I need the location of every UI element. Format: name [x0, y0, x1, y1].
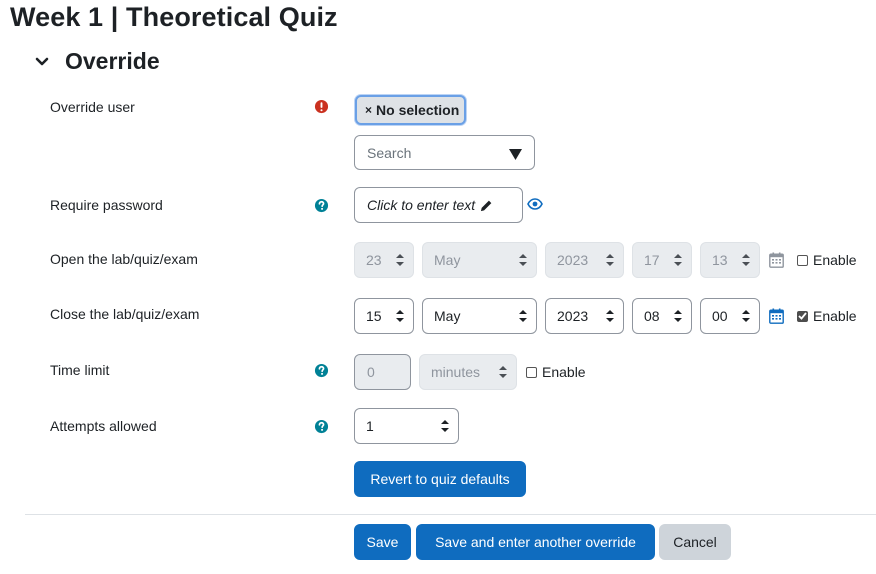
- question-circle-icon[interactable]: [314, 363, 329, 378]
- calendar-icon[interactable]: [769, 252, 784, 268]
- close-month-select[interactable]: May: [422, 298, 537, 334]
- close-hour-value: 08: [644, 308, 660, 324]
- save-and-add-another-button[interactable]: Save and enter another override: [416, 524, 655, 560]
- calendar-icon[interactable]: [769, 308, 784, 324]
- form-divider: [25, 514, 876, 515]
- open-day-value: 23: [366, 252, 382, 268]
- checkbox-unchecked[interactable]: [526, 366, 537, 378]
- open-minute-select[interactable]: 13: [700, 242, 760, 278]
- close-day-value: 15: [366, 308, 382, 324]
- section-title: Override: [65, 48, 160, 74]
- attempts-allowed-label: Attempts allowed: [50, 418, 157, 434]
- close-month-value: May: [434, 308, 461, 324]
- open-month-value: May: [434, 252, 461, 268]
- password-placeholder: Click to enter text: [367, 197, 476, 213]
- attempts-allowed-select[interactable]: 1: [354, 408, 459, 444]
- checkbox-checked[interactable]: [797, 310, 808, 322]
- open-day-select[interactable]: 23: [354, 242, 414, 278]
- question-circle-icon[interactable]: [314, 419, 329, 434]
- open-year-select[interactable]: 2023: [545, 242, 624, 278]
- checkbox-unchecked[interactable]: [797, 254, 808, 266]
- attempts-allowed-value: 1: [366, 418, 374, 434]
- close-date-label: Close the lab/quiz/exam: [50, 306, 200, 322]
- chevron-down-icon[interactable]: [32, 52, 52, 72]
- time-limit-label: Time limit: [50, 362, 110, 378]
- pencil-icon: [480, 199, 493, 212]
- open-minute-value: 13: [712, 252, 728, 268]
- close-year-value: 2023: [557, 308, 589, 324]
- time-limit-unit-value: minutes: [431, 364, 481, 380]
- open-date-label: Open the lab/quiz/exam: [50, 251, 198, 267]
- time-limit-value: 0: [367, 364, 375, 380]
- selected-user-label: No selection: [376, 102, 460, 118]
- selected-user-tag[interactable]: × No selection: [355, 95, 466, 125]
- open-hour-select[interactable]: 17: [632, 242, 692, 278]
- time-limit-input[interactable]: 0: [354, 354, 411, 390]
- revert-to-defaults-button[interactable]: Revert to quiz defaults: [354, 461, 526, 497]
- close-enable-checkbox[interactable]: Enable: [797, 308, 857, 324]
- open-year-value: 2023: [557, 252, 589, 268]
- save-button[interactable]: Save: [354, 524, 411, 560]
- close-minute-value: 00: [712, 308, 728, 324]
- user-search-placeholder: Search: [367, 144, 412, 161]
- close-year-select[interactable]: 2023: [545, 298, 624, 334]
- time-limit-unit-select[interactable]: minutes: [419, 354, 517, 390]
- time-limit-enable-checkbox[interactable]: Enable: [526, 364, 586, 380]
- password-field[interactable]: Click to enter text: [354, 187, 523, 223]
- question-circle-icon[interactable]: [314, 198, 329, 213]
- section-header[interactable]: Override: [32, 48, 160, 75]
- cancel-button[interactable]: Cancel: [659, 524, 731, 560]
- open-enable-label: Enable: [813, 252, 857, 268]
- open-month-select[interactable]: May: [422, 242, 537, 278]
- open-hour-value: 17: [644, 252, 660, 268]
- user-search-input[interactable]: Search: [354, 135, 535, 170]
- close-minute-select[interactable]: 00: [700, 298, 760, 334]
- require-password-label: Require password: [50, 197, 163, 213]
- open-enable-checkbox[interactable]: Enable: [797, 252, 857, 268]
- page-title: Week 1 | Theoretical Quiz: [10, 2, 338, 32]
- close-hour-select[interactable]: 08: [632, 298, 692, 334]
- dropdown-arrow-icon[interactable]: [509, 147, 522, 163]
- override-user-label: Override user: [50, 99, 135, 115]
- close-enable-label: Enable: [813, 308, 857, 324]
- exclamation-circle-icon: [314, 99, 329, 114]
- time-limit-enable-label: Enable: [542, 364, 586, 380]
- reveal-password-eye-icon[interactable]: [527, 197, 543, 215]
- remove-tag-icon[interactable]: ×: [365, 103, 372, 117]
- close-day-select[interactable]: 15: [354, 298, 414, 334]
